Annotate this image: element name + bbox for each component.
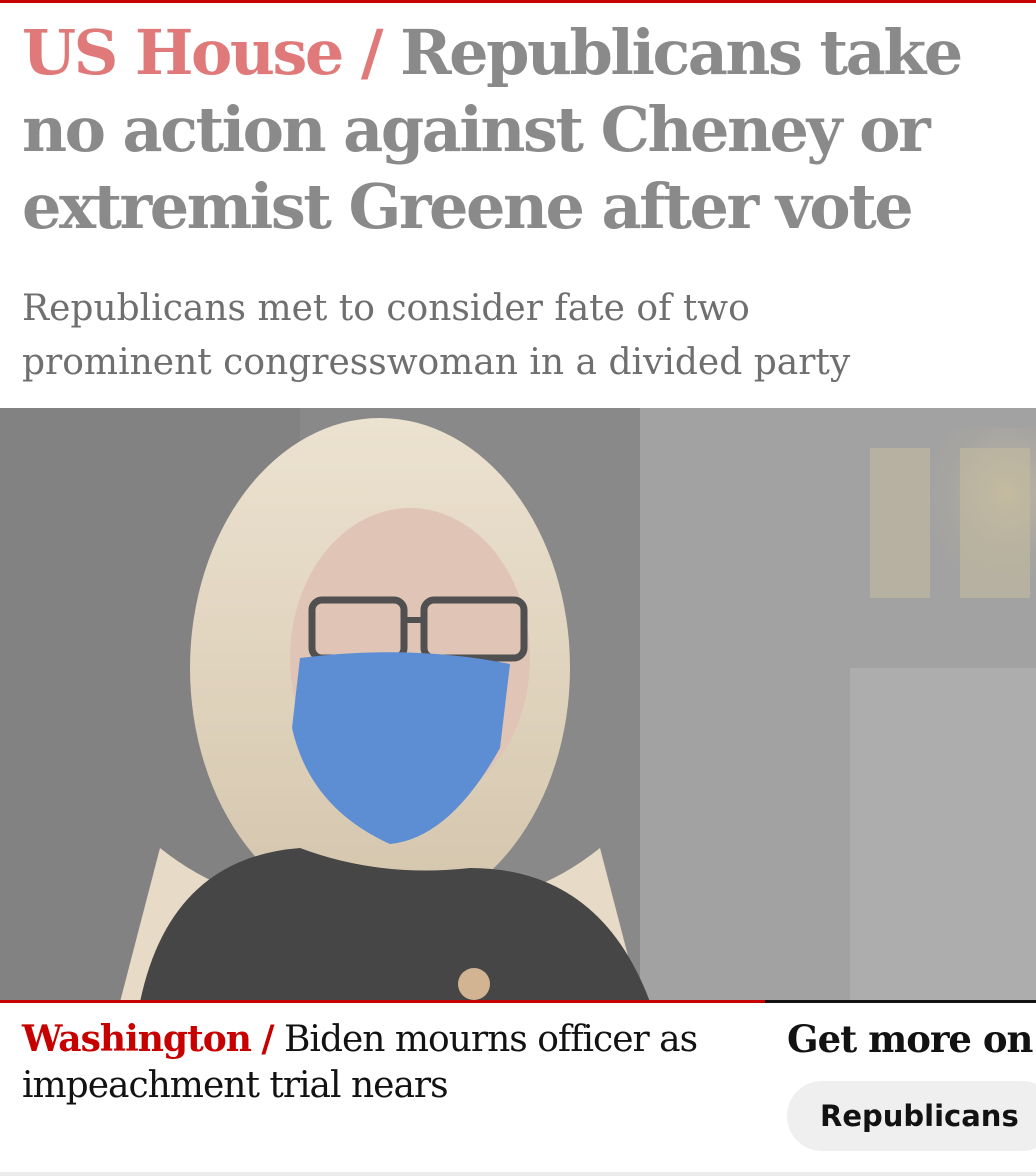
more-on-rule (765, 1000, 1036, 1003)
topic-tag-republicans[interactable]: Republicans (787, 1081, 1036, 1151)
related-card-kicker[interactable]: Washington (22, 1018, 252, 1060)
more-on-title: Get more on t (787, 1017, 1036, 1061)
headline-kicker[interactable]: US House (22, 16, 344, 89)
bottom-divider (0, 1172, 1036, 1176)
related-card-rule (0, 1000, 765, 1003)
related-card-separator: / (261, 1018, 274, 1060)
top-accent-rule (0, 0, 1036, 3)
hero-image[interactable] (0, 408, 1036, 1002)
hero-image-overlay (0, 408, 1036, 1002)
headline-separator: / (360, 16, 384, 89)
article-standfirst: Republicans met to consider fate of two … (22, 288, 851, 383)
article-headline[interactable]: US House / Republicans take no action ag… (22, 14, 1022, 245)
related-article-card[interactable]: Washington / Biden mourns officer as imp… (22, 1016, 742, 1109)
